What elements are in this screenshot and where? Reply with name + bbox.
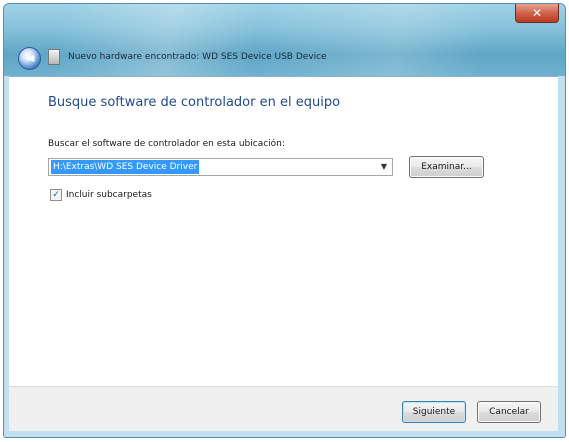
location-label: Buscar el software de controlador en est… <box>48 139 285 149</box>
next-button[interactable]: Siguiente <box>402 401 466 423</box>
include-subfolders-label[interactable]: Incluir subcarpetas <box>66 190 152 200</box>
back-button[interactable]: ◄ <box>18 47 41 70</box>
location-combobox[interactable]: H:\Extras\WD SES Device Driver ▼ <box>48 158 393 176</box>
chevron-down-icon[interactable]: ▼ <box>378 159 390 175</box>
back-arrow-icon: ◄ <box>24 51 35 66</box>
cancel-button[interactable]: Cancelar <box>477 401 541 423</box>
title-bar[interactable]: ✕ ◄ Nuevo hardware encontrado: WD SES De… <box>4 4 565 76</box>
close-icon: ✕ <box>531 6 543 20</box>
include-subfolders-checkbox[interactable]: ✓ <box>50 189 62 201</box>
button-footer: Siguiente Cancelar <box>9 386 558 431</box>
page-heading: Busque software de controlador en el equ… <box>48 95 341 110</box>
browse-button[interactable]: Examinar... <box>409 156 484 178</box>
include-subfolders-row[interactable]: ✓ Incluir subcarpetas <box>50 189 152 201</box>
device-icon <box>48 49 60 65</box>
location-value[interactable]: H:\Extras\WD SES Device Driver <box>51 160 200 174</box>
dialog-window: ✕ ◄ Nuevo hardware encontrado: WD SES De… <box>3 3 566 438</box>
glass-highlight <box>4 4 565 76</box>
window-title: Nuevo hardware encontrado: WD SES Device… <box>68 52 327 62</box>
check-icon: ✓ <box>52 190 60 200</box>
close-button[interactable]: ✕ <box>515 4 559 23</box>
content-area: Busque software de controlador en el equ… <box>9 76 558 387</box>
